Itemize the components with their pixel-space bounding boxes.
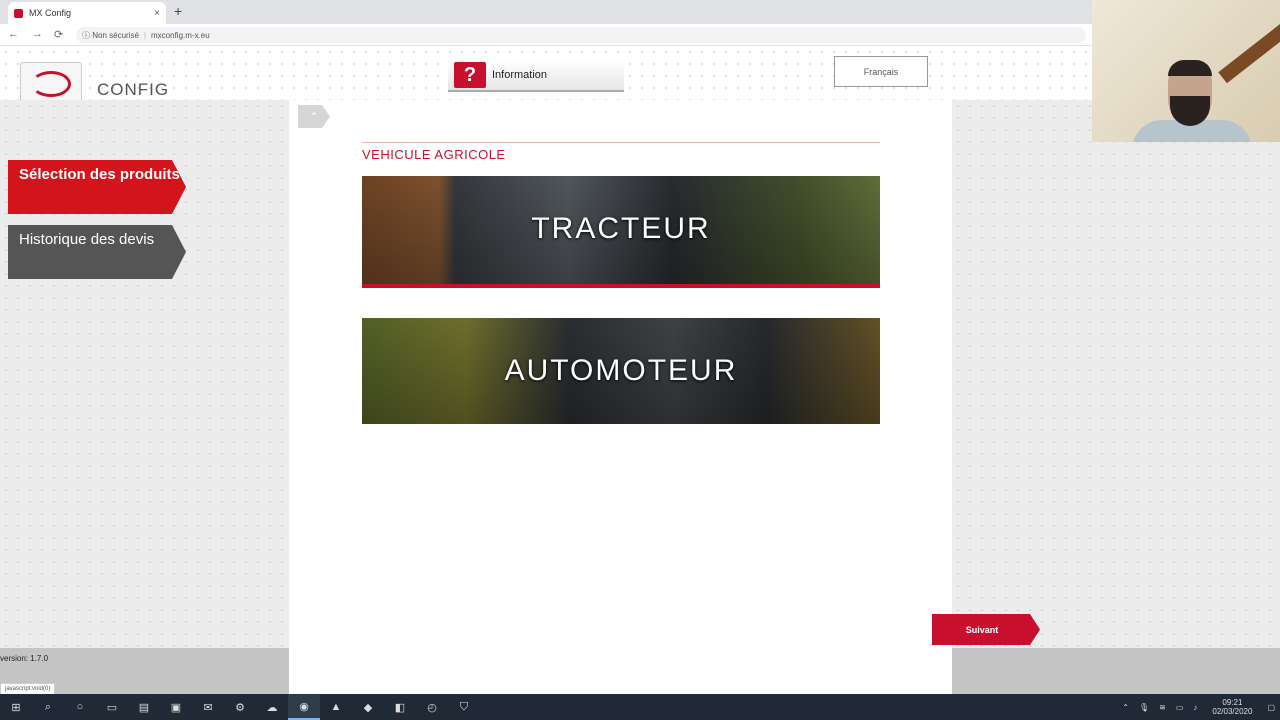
info-circle-icon: ⓘ <box>82 30 93 40</box>
question-icon: ? <box>454 62 486 88</box>
reload-icon[interactable]: ⟳ <box>54 28 63 41</box>
nav-quote-history[interactable]: Historique des devis <box>8 225 186 279</box>
information-label: Information <box>492 69 548 81</box>
webcam-person-hair <box>1168 60 1212 76</box>
favicon-icon <box>14 8 23 18</box>
address-bar: ← → ⟳ ⓘ Non sécurisé | mxconfig.m-x.eu <box>0 24 1280 46</box>
url-field[interactable]: ⓘ Non sécurisé | mxconfig.m-x.eu <box>76 27 1086 43</box>
version-label: version: 1.7.0 <box>0 654 49 663</box>
search-icon[interactable]: ⌕ <box>32 694 64 720</box>
new-tab-icon[interactable]: + <box>174 3 182 19</box>
forward-icon[interactable]: → <box>32 28 43 40</box>
task-view-icon[interactable]: ▭ <box>96 694 128 720</box>
clock-date: 02/03/2020 <box>1212 707 1253 716</box>
cortana-icon[interactable]: ○ <box>64 694 96 720</box>
cloud-icon[interactable]: ☁ <box>256 694 288 720</box>
notifications-icon[interactable]: ▢ <box>1267 703 1275 712</box>
language-selector[interactable]: Français <box>834 56 928 87</box>
chrome-icon[interactable]: ◉ <box>288 694 320 720</box>
browser-tab-title: MX Config <box>29 8 72 18</box>
browser-tabbar: MX Config × + <box>0 0 1280 24</box>
automoteur-banner[interactable]: AUTOMOTEUR <box>362 318 880 424</box>
app-header <box>0 46 1280 100</box>
right-footer <box>952 648 1280 694</box>
app-name: CONFIG <box>97 80 170 99</box>
battery-icon[interactable]: ▭ <box>1176 703 1184 712</box>
mic-icon[interactable]: 🎙 <box>1139 703 1149 712</box>
right-background <box>952 100 1280 648</box>
nav-product-selection[interactable]: Sélection des produits <box>8 160 186 214</box>
volume-icon[interactable]: ♪ <box>1193 703 1197 712</box>
app-icon[interactable]: ◧ <box>384 694 416 720</box>
clock-time: 09:21 <box>1222 698 1243 707</box>
logo-swirl-icon <box>31 71 71 97</box>
close-tab-icon[interactable]: × <box>154 8 160 19</box>
windows-taskbar: ⊞ ⌕ ○ ▭ ▤ ▣ ✉ ⚙ ☁ ◉ ▲ ◆ ◧ ◴ ⛉ ⌃ 🎙 ≋ ▭ ♪ … <box>0 694 1280 720</box>
app-icon[interactable]: ⚙ <box>224 694 256 720</box>
store-icon[interactable]: ▣ <box>160 694 192 720</box>
section-title: VEHICULE AGRICOLE <box>362 142 880 162</box>
windows-start-icon[interactable]: ⊞ <box>0 694 32 720</box>
browser-tab[interactable]: MX Config × <box>8 2 166 24</box>
mail-icon[interactable]: ✉ <box>192 694 224 720</box>
chevron-up-icon: ⌃ <box>308 109 320 124</box>
clock-app-icon[interactable]: ◴ <box>416 694 448 720</box>
shield-icon[interactable]: ⛉ <box>448 694 480 720</box>
url-separator: | <box>143 30 146 40</box>
file-explorer-icon[interactable]: ▤ <box>128 694 160 720</box>
back-icon[interactable]: ← <box>8 28 19 40</box>
tracteur-banner[interactable]: TRACTEUR <box>362 176 880 288</box>
webcam-overlay <box>1092 0 1280 142</box>
clock[interactable]: 09:21 02/03/2020 <box>1207 698 1257 716</box>
security-label: Non sécurisé <box>92 30 139 40</box>
app-icon[interactable]: ◆ <box>352 694 384 720</box>
automoteur-label: AUTOMOTEUR <box>504 354 738 387</box>
webcam-beam <box>1218 10 1280 84</box>
information-button[interactable]: ? Information <box>448 60 624 92</box>
tray-chevron-icon[interactable]: ⌃ <box>1122 703 1129 712</box>
wifi-icon[interactable]: ≋ <box>1159 703 1166 712</box>
tracteur-label: TRACTEUR <box>531 212 711 245</box>
next-button[interactable]: Suivant <box>932 614 1040 645</box>
app-icon[interactable]: ▲ <box>320 694 352 720</box>
system-tray: ⌃ 🎙 ≋ ▭ ♪ 09:21 02/03/2020 ▢ <box>1117 694 1280 720</box>
url-text: mxconfig.m-x.eu <box>151 30 210 40</box>
